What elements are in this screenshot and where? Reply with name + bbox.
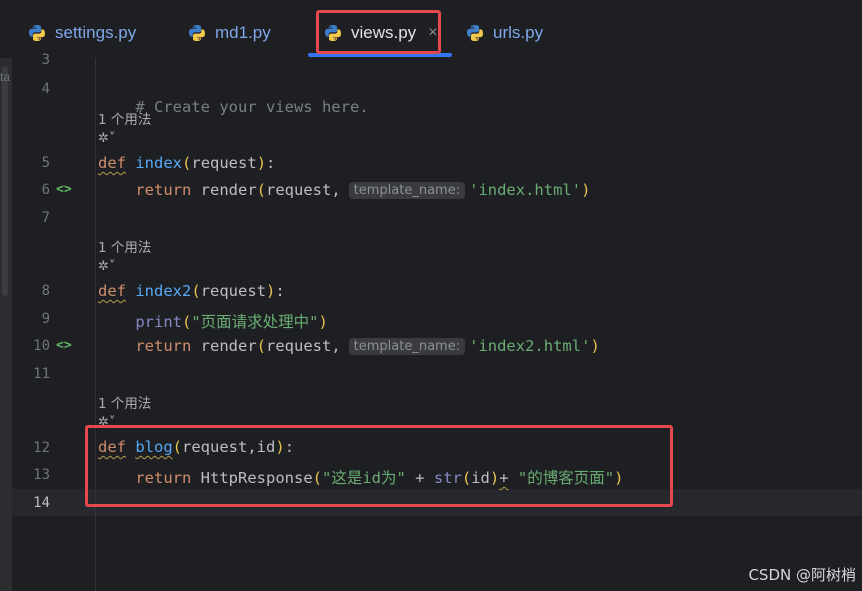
line-number: 6 [41,182,50,198]
tab-md1-py[interactable]: md1.py [188,14,271,52]
line-number: 9 [41,311,50,327]
parameter-hint: template_name: [348,338,466,355]
tab-settings-py[interactable]: settings.py [28,14,136,52]
tab-label: urls.py [493,23,544,42]
ai-assistant-icon[interactable]: ✲˅ [98,131,115,146]
tab-label: settings.py [55,23,137,42]
line-number: 11 [33,366,50,382]
python-icon [29,25,45,41]
code-line-5[interactable]: def index(request): [98,154,275,172]
line-number-current: 14 [33,495,50,511]
line-number: 10 [33,338,50,354]
template-link-icon[interactable]: <> [56,338,72,353]
line-number: 12 [33,440,50,456]
line-number: 4 [41,81,50,97]
usage-hint[interactable]: 1 个用法 [98,108,151,128]
python-icon [189,25,205,41]
clipped-edge-text: ta [0,70,11,84]
left-scroll-thumb[interactable] [2,66,8,296]
left-tool-strip: ta [0,0,12,591]
tab-label: md1.py [215,23,271,42]
comment: # Create your views here. [135,98,369,116]
tab-urls-py[interactable]: urls.py [466,14,543,52]
watermark: CSDN @阿树梢 [748,566,856,584]
code-line-9[interactable]: print("页面请求处理中") [98,310,328,332]
gutter-divider [95,58,96,591]
usage-hint[interactable]: 1 个用法 [98,392,151,412]
usage-hint[interactable]: 1 个用法 [98,236,151,256]
parameter-hint: template_name: [348,182,466,199]
line-number: 7 [41,210,50,226]
code-editor[interactable]: 3 4 5 6 7 8 9 10 11 12 13 14 <> <> # Cre… [12,52,862,591]
python-icon [467,25,483,41]
line-number: 8 [41,283,50,299]
line-number: 13 [33,467,50,483]
code-line-6[interactable]: return render(request, template_name:'ind… [98,181,590,200]
code-line-10[interactable]: return render(request, template_name:'ind… [98,337,600,356]
template-link-icon[interactable]: <> [56,182,72,197]
ai-assistant-icon[interactable]: ✲˅ [98,259,115,274]
code-line-8[interactable]: def index2(request): [98,282,285,300]
tab-highlight-box [316,10,441,54]
line-number: 5 [41,155,50,171]
code-highlight-box [85,425,673,507]
line-number: 3 [41,52,50,68]
